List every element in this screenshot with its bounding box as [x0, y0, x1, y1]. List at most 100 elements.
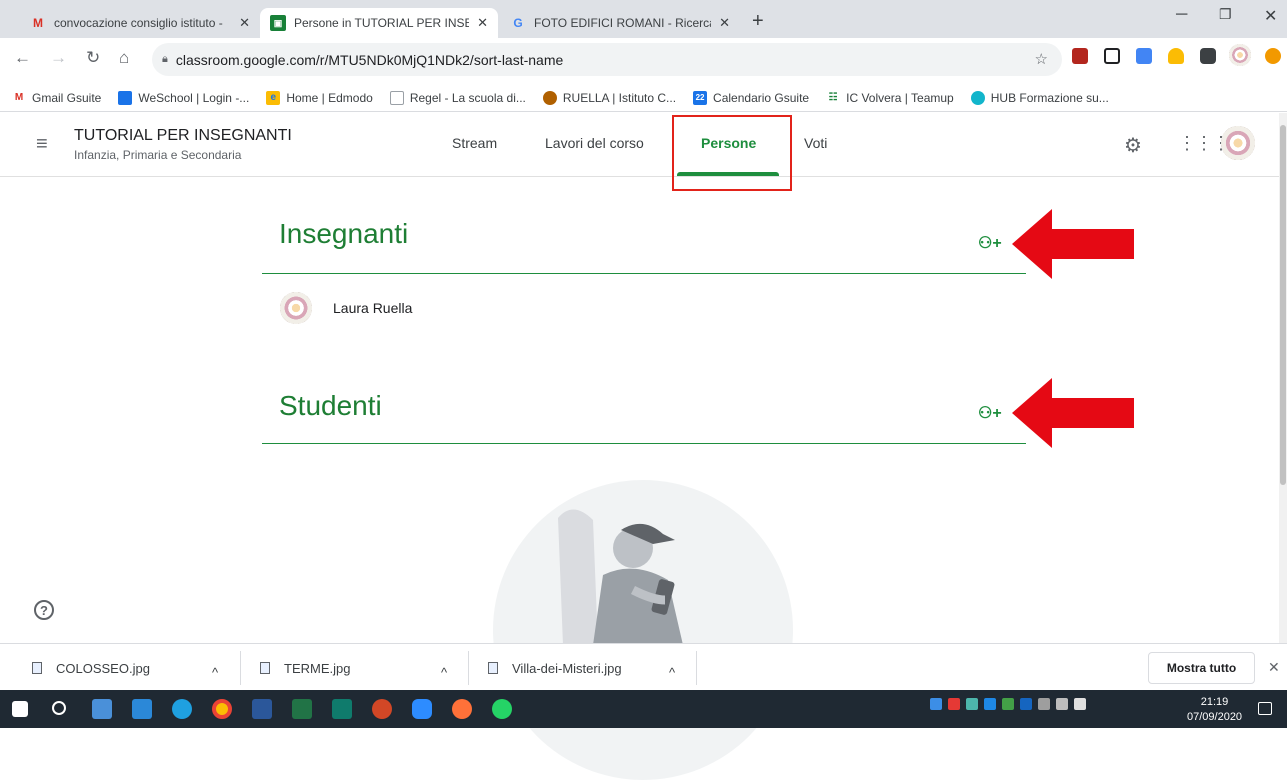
classroom-icon: ▣ [270, 15, 286, 31]
app-icon[interactable] [132, 699, 152, 719]
acrobat-extension-icon[interactable] [1072, 48, 1088, 64]
url-text[interactable]: classroom.google.com/r/MTU5NDk0MjQ1NDk2/… [176, 52, 563, 68]
back-icon[interactable]: ← [14, 48, 31, 68]
bookmark-item[interactable]: HUB Formazione su... [970, 90, 1109, 105]
account-avatar[interactable] [1221, 126, 1255, 160]
firefox-icon[interactable] [452, 699, 472, 719]
notifications-icon[interactable] [1258, 702, 1272, 715]
grid-extension-icon[interactable] [1104, 48, 1120, 64]
bookmark-item[interactable]: M Gmail Gsuite [12, 90, 102, 105]
tray-icon[interactable] [930, 698, 942, 710]
course-title[interactable]: TUTORIAL PER INSEGNANTI [74, 127, 292, 145]
invite-teacher-icon[interactable]: ⚇+ [978, 233, 1002, 253]
bookmark-item[interactable]: ☷ IC Volvera | Teamup [826, 91, 954, 105]
chrome-icon[interactable] [212, 699, 232, 719]
invite-student-icon[interactable]: ⚇+ [978, 403, 1002, 423]
teacher-avatar [280, 292, 312, 324]
volume-icon[interactable] [1074, 698, 1086, 710]
page-scrollbar[interactable] [1279, 113, 1287, 643]
word-icon[interactable] [252, 699, 272, 719]
download-item[interactable]: COLOSSEO.jpg [32, 656, 150, 680]
arrow-extension-icon[interactable] [1136, 48, 1152, 64]
bookmark-item[interactable]: RUELLA | Istituto C... [542, 90, 676, 105]
new-tab-icon[interactable]: + [752, 10, 764, 33]
system-clock[interactable]: 21:19 07/09/2020 [1187, 695, 1242, 725]
tab-voti[interactable]: Voti [804, 135, 827, 151]
teacher-name[interactable]: Laura Ruella [333, 300, 412, 316]
tab-lavori-del-corso[interactable]: Lavori del corso [545, 135, 644, 151]
network-icon[interactable] [1038, 698, 1050, 710]
bookmark-star-icon[interactable]: ☆ [1035, 50, 1048, 68]
tray-icon[interactable] [966, 698, 978, 710]
bookmark-label: Home | Edmodo [286, 90, 373, 105]
profile-avatar[interactable] [1229, 44, 1251, 66]
hand-extension-icon[interactable] [1168, 48, 1184, 64]
bluetooth-icon[interactable] [1020, 698, 1032, 710]
bookmark-item[interactable]: 22 Calendario Gsuite [693, 90, 809, 105]
edmodo-icon: e [266, 90, 281, 105]
browser-tab[interactable]: M convocazione consiglio istituto - ✕ [20, 8, 260, 38]
search-icon[interactable] [52, 701, 66, 715]
divider [240, 651, 241, 685]
puzzle-extension-icon[interactable] [1200, 48, 1216, 64]
close-tab-icon[interactable]: ✕ [239, 15, 250, 31]
restore-icon[interactable]: ❐ [1219, 6, 1232, 23]
red-arrow-icon [1012, 378, 1134, 448]
bookmark-label: WeSchool | Login -... [138, 90, 250, 105]
gmail-icon: M [14, 92, 24, 103]
download-filename: TERME.jpg [284, 660, 351, 676]
teachers-heading: Insegnanti [279, 218, 409, 249]
zoom-icon[interactable] [412, 699, 432, 719]
bookmark-item[interactable]: Regel - La scuola di... [389, 90, 526, 105]
windows-start-icon[interactable] [12, 701, 28, 717]
tab-title: Persone in TUTORIAL PER INSEGN [294, 16, 470, 30]
update-alert-icon[interactable] [1265, 48, 1281, 64]
chevron-up-icon[interactable]: ^ [212, 660, 218, 684]
tray-icon[interactable] [984, 698, 996, 710]
home-icon[interactable]: ⌂ [119, 48, 129, 68]
tray-icon[interactable] [1002, 698, 1014, 710]
edge-icon[interactable] [172, 699, 192, 719]
scroll-thumb[interactable] [1280, 125, 1286, 485]
help-icon[interactable]: ? [34, 600, 54, 620]
close-tab-icon[interactable]: ✕ [477, 15, 488, 31]
bookmark-item[interactable]: e Home | Edmodo [266, 90, 373, 105]
reload-icon[interactable]: ↻ [86, 48, 100, 68]
settings-gear-icon[interactable]: ⚙ [1124, 133, 1142, 158]
address-bar[interactable]: 🔒︎ classroom.google.com/r/MTU5NDk0MjQ1ND… [152, 43, 1062, 76]
tab-stream[interactable]: Stream [452, 135, 497, 151]
close-window-icon[interactable]: ✕ [1264, 6, 1277, 26]
minimize-icon[interactable]: ─ [1176, 6, 1187, 24]
close-tab-icon[interactable]: ✕ [719, 15, 730, 31]
close-downloads-icon[interactable]: ✕ [1268, 659, 1280, 676]
bookmarks-bar: M Gmail Gsuite WeSchool | Login -... e Hom… [0, 84, 1287, 112]
download-item[interactable]: TERME.jpg [260, 656, 350, 680]
show-all-button[interactable]: Mostra tutto [1148, 652, 1255, 684]
bookmark-label: Gmail Gsuite [32, 90, 102, 105]
tray-icon[interactable] [948, 698, 960, 710]
bookmark-item[interactable]: WeSchool | Login -... [118, 90, 250, 105]
excel-icon[interactable] [292, 699, 312, 719]
red-arrow-icon [1012, 209, 1134, 279]
download-item[interactable]: Villa-dei-Misteri.jpg [488, 656, 622, 680]
app-icon[interactable] [92, 699, 112, 719]
image-file-icon [32, 662, 42, 674]
windows-taskbar: 21:19 07/09/2020 [0, 690, 1287, 728]
chevron-up-icon[interactable]: ^ [669, 660, 675, 684]
divider [696, 651, 697, 685]
display-icon[interactable] [1056, 698, 1068, 710]
browser-tab[interactable]: G FOTO EDIFICI ROMANI - Ricerca G ✕ [500, 8, 740, 38]
weschool-icon [118, 90, 133, 105]
lock-icon: 🔒︎ [162, 53, 168, 65]
whatsapp-icon[interactable] [492, 699, 512, 719]
forward-icon[interactable]: → [50, 48, 67, 68]
bookmark-label: IC Volvera | Teamup [846, 90, 954, 105]
chevron-up-icon[interactable]: ^ [441, 660, 447, 684]
menu-icon[interactable]: ≡ [36, 133, 48, 156]
calendar-icon: 22 [693, 90, 708, 105]
browser-tab-active[interactable]: ▣ Persone in TUTORIAL PER INSEGN ✕ [260, 8, 498, 38]
emblem-icon [542, 90, 557, 105]
downloads-bar: COLOSSEO.jpg ^ TERME.jpg ^ Villa-dei-Mis… [0, 643, 1287, 690]
powerpoint-icon[interactable] [372, 699, 392, 719]
publisher-icon[interactable] [332, 699, 352, 719]
